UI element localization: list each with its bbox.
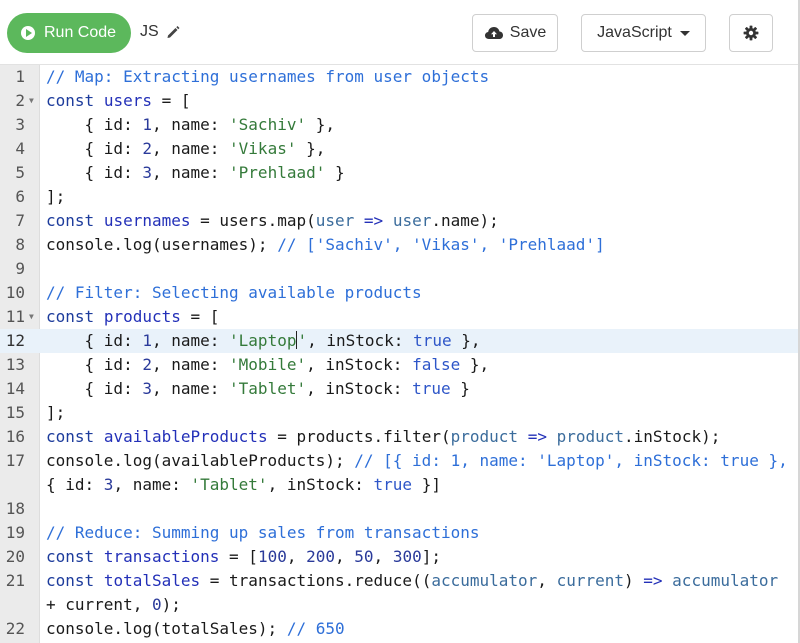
line-number: 6 (15, 187, 25, 206)
settings-button[interactable] (729, 14, 773, 52)
gear-icon (743, 25, 759, 41)
code-line-10[interactable]: 10 // Filter: Selecting available product… (0, 281, 798, 305)
line-number: 16 (5, 427, 25, 446)
code-text: const transactions = [100, 200, 50, 300]… (46, 547, 441, 566)
code-line-3[interactable]: 3 { id: 1, name: 'Sachiv' }, (0, 113, 798, 137)
code-text: const users = [ (46, 91, 191, 110)
line-number: 18 (5, 499, 25, 518)
fold-toggle-icon[interactable]: ▼ (29, 89, 34, 113)
code-text: const usernames = users.map(user => user… (46, 211, 499, 230)
code-text: // Filter: Selecting available products (46, 283, 422, 302)
code-line-9[interactable]: 9 (0, 257, 798, 281)
code-line-1[interactable]: 1 // Map: Extracting usernames from user … (0, 65, 798, 89)
run-code-label: Run Code (44, 24, 117, 41)
code-line-12[interactable]: 12 { id: 1, name: 'Laptop', inStock: tru… (0, 329, 798, 353)
line-number: 19 (5, 523, 25, 542)
cloud-upload-icon (484, 27, 503, 39)
code-lines[interactable]: 1 // Map: Extracting usernames from user … (0, 65, 798, 641)
line-number: 5 (15, 163, 25, 182)
line-number: 20 (5, 547, 25, 566)
line-number: 22 (5, 619, 25, 638)
caret-down-icon (679, 30, 690, 36)
code-line-13[interactable]: 13 { id: 2, name: 'Mobile', inStock: fal… (0, 353, 798, 377)
line-number: 7 (15, 211, 25, 230)
code-line-11[interactable]: 11 ▼ const products = [ (0, 305, 798, 329)
code-line-7[interactable]: 7 const usernames = users.map(user => use… (0, 209, 798, 233)
code-text: console.log(availableProducts); // [{ id… (46, 451, 788, 470)
code-editor[interactable]: 1 // Map: Extracting usernames from user … (0, 65, 798, 643)
code-text: const products = [ (46, 307, 220, 326)
toolbar: Run Code JS Save JavaScript (0, 0, 798, 65)
line-number: 8 (15, 235, 25, 254)
line-number: 9 (15, 259, 25, 278)
line-number: 17 (5, 451, 25, 470)
line-number: 13 (5, 355, 25, 374)
code-line-22[interactable]: 22 console.log(totalSales); // 650 (0, 617, 798, 641)
line-number: 15 (5, 403, 25, 422)
language-label: JavaScript (597, 24, 672, 41)
code-playground: Run Code JS Save JavaScript 1 // Map: Ex… (0, 0, 800, 643)
language-select[interactable]: JavaScript (581, 14, 706, 52)
line-number: 14 (5, 379, 25, 398)
code-text: console.log(totalSales); // 650 (46, 619, 345, 638)
line-number: 12 (5, 331, 25, 350)
code-text: { id: 3, name: 'Prehlaad' } (46, 163, 345, 182)
code-line-6[interactable]: 6]; (0, 185, 798, 209)
code-line-20[interactable]: 20 const transactions = [100, 200, 50, 30… (0, 545, 798, 569)
save-button[interactable]: Save (472, 14, 558, 52)
code-line-4[interactable]: 4 { id: 2, name: 'Vikas' }, (0, 137, 798, 161)
code-line-14[interactable]: 14 { id: 3, name: 'Tablet', inStock: tru… (0, 377, 798, 401)
save-label: Save (509, 24, 547, 41)
code-line-18[interactable]: 18 (0, 497, 798, 521)
code-text: { id: 1, name: 'Laptop', inStock: true }… (46, 331, 481, 350)
code-text: // Map: Extracting usernames from user o… (46, 67, 490, 86)
file-name-label: JS (140, 23, 159, 40)
pencil-icon[interactable] (165, 24, 181, 40)
code-text: // Reduce: Summing up sales from transac… (46, 523, 480, 542)
code-line-5[interactable]: 5 { id: 3, name: 'Prehlaad' } (0, 161, 798, 185)
line-number: 21 (5, 571, 25, 590)
code-line-21[interactable]: 21 const totalSales = transactions.reduce… (0, 569, 798, 593)
code-line-2[interactable]: 2 ▼ const users = [ (0, 89, 798, 113)
line-number: 4 (15, 139, 25, 158)
file-name[interactable]: JS (140, 23, 181, 41)
line-number: 1 (15, 67, 25, 86)
code-text: ]; (46, 187, 66, 206)
play-icon (21, 26, 35, 40)
code-text: ]; (46, 403, 66, 422)
code-line-8[interactable]: 8 console.log(usernames); // ['Sachiv', '… (0, 233, 798, 257)
line-number: 11 (5, 307, 25, 326)
run-code-button[interactable]: Run Code (7, 13, 131, 53)
fold-toggle-icon[interactable]: ▼ (29, 305, 34, 329)
code-line-16[interactable]: 16 const availableProducts = products.fil… (0, 425, 798, 449)
line-number: 10 (5, 283, 25, 302)
code-line-17[interactable]: 17 console.log(availableProducts); // [{ … (0, 449, 798, 473)
code-text: { id: 2, name: 'Mobile', inStock: false … (46, 355, 490, 374)
code-line-19[interactable]: 19 // Reduce: Summing up sales from trans… (0, 521, 798, 545)
code-text: { id: 3, name: 'Tablet', inStock: true } (46, 379, 470, 398)
code-line-wrap[interactable]: + current, 0); (0, 593, 798, 617)
code-text: console.log(usernames); // ['Sachiv', 'V… (46, 235, 605, 254)
code-text: const availableProducts = products.filte… (46, 427, 721, 446)
line-number: 2 (15, 91, 25, 110)
code-text: const totalSales = transactions.reduce((… (46, 571, 779, 590)
code-text: { id: 3, name: 'Tablet', inStock: true }… (46, 475, 441, 494)
code-line-15[interactable]: 15]; (0, 401, 798, 425)
code-text: + current, 0); (46, 595, 181, 614)
code-text: { id: 2, name: 'Vikas' }, (46, 139, 326, 158)
code-line-wrap[interactable]: { id: 3, name: 'Tablet', inStock: true }… (0, 473, 798, 497)
code-text: { id: 1, name: 'Sachiv' }, (46, 115, 335, 134)
line-number: 3 (15, 115, 25, 134)
